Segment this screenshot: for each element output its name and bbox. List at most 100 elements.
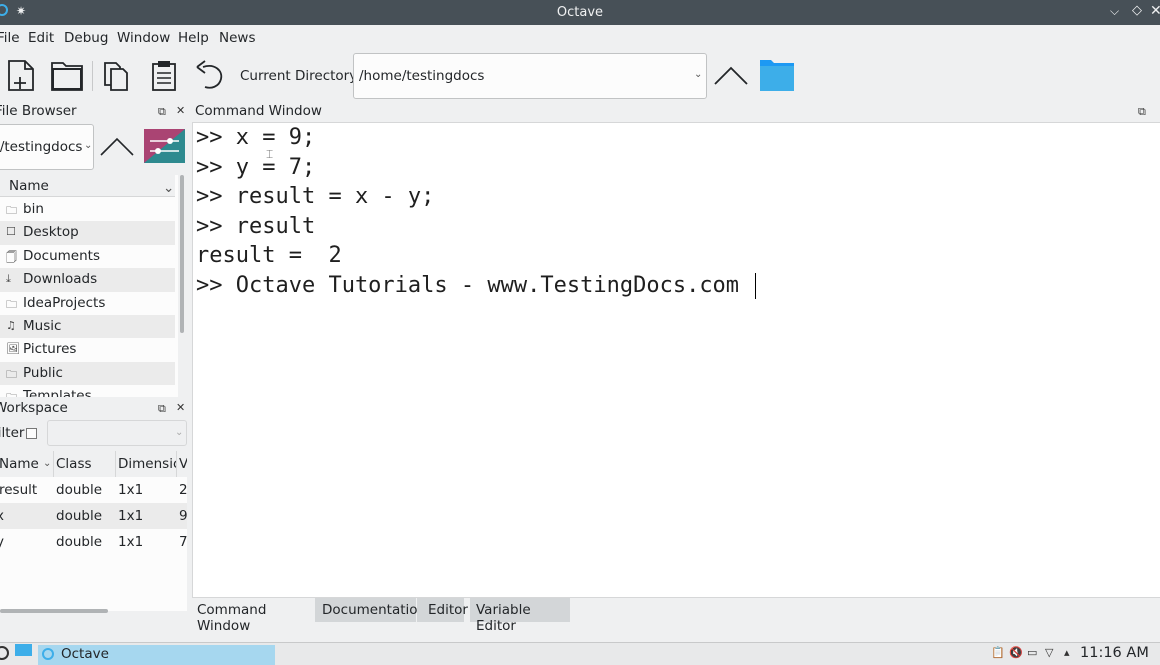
application-launcher-icon[interactable] (0, 646, 9, 660)
octave-app-icon (42, 648, 54, 660)
file-list: Name ⌄ 🗀 bin ☐ Desktop 🗍 Documents ⤓ Downloa… (0, 175, 178, 397)
menu-file[interactable]: File (0, 30, 20, 46)
bottom-tab-bar: Command Window Documentation Editor Vari… (192, 598, 1160, 634)
filter-label: Filter (0, 425, 25, 441)
menubar: File Edit Debug Window Help News (0, 25, 1160, 51)
file-browser-path: /home/testingdocs (0, 139, 83, 155)
menu-help[interactable]: Help (178, 30, 209, 46)
close-icon[interactable]: ✕ (176, 104, 185, 117)
mouse-ibeam-cursor-icon: ⌶ (266, 147, 274, 161)
chevron-down-icon: ⌄ (84, 140, 93, 151)
tab-editor[interactable]: Editor (417, 598, 468, 622)
wifi-icon[interactable]: ▽ (1045, 646, 1053, 659)
menu-debug[interactable]: Debug (64, 30, 108, 46)
table-row[interactable]: y double 1x1 7 (0, 529, 188, 555)
current-directory-label: Current Directory: (240, 68, 361, 84)
tab-documentation[interactable]: Documentation (315, 598, 426, 622)
current-directory-value: /home/testingdocs (359, 68, 485, 84)
open-folder-icon[interactable] (49, 57, 85, 93)
column-header-dimension[interactable]: Dimensic (116, 451, 177, 477)
window-title: Octave (556, 5, 604, 20)
folder-icon: 🗀 (6, 297, 17, 311)
close-icon[interactable]: ✕ (176, 401, 185, 414)
console-input-line[interactable]: >> Octave Tutorials - www.TestingDocs.co… (196, 273, 739, 298)
chevron-down-icon: ⌄ (163, 180, 175, 196)
undock-icon[interactable]: ⧉ (1138, 105, 1146, 119)
console-line: >> result = x - y; (196, 184, 435, 209)
console-output: result = 2 (196, 243, 342, 268)
undock-icon[interactable]: ⧉ (158, 105, 166, 119)
file-browser-settings-icon[interactable] (144, 129, 185, 163)
parent-directory-icon[interactable] (99, 131, 135, 161)
console-line: >> result (196, 214, 316, 239)
table-row[interactable]: x double 1x1 9 (0, 503, 188, 529)
workspace-table: Name ⌄ Class Dimensic V result double 1x… (0, 451, 188, 611)
parent-directory-icon[interactable] (713, 57, 749, 93)
tab-variable-editor[interactable]: Variable Editor (470, 598, 570, 634)
menu-window[interactable]: Window (117, 30, 170, 46)
console-line: >> x = 9; (196, 125, 316, 150)
taskbar-task-label: Octave (61, 646, 109, 662)
tab-command-window[interactable]: Command Window (192, 598, 315, 634)
documents-folder-icon: 🗍 (6, 250, 17, 264)
browse-folder-icon[interactable] (759, 57, 795, 93)
new-script-icon[interactable] (3, 57, 39, 93)
command-console[interactable]: >> x = 9; >> y = 7; >> result = x - y; >… (192, 122, 1160, 598)
filter-combo[interactable]: ⌄ (47, 420, 187, 446)
chevron-down-icon: ⌄ (694, 69, 703, 80)
file-list-scrollbar[interactable] (180, 175, 184, 333)
taskbar: Octave 📋 🔇 ▭ ▽ ▴ 11:16 AM (0, 642, 1160, 665)
workspace-panel: Workspace ⧉ ✕ Filter ⌄ Name ⌄ Class Dime… (0, 398, 190, 618)
clock[interactable]: 11:16 AM (1080, 645, 1149, 661)
file-list-item[interactable]: 🗀 bin (0, 198, 175, 221)
file-list-item[interactable]: 🖼 Pictures (0, 338, 175, 361)
volume-muted-icon[interactable]: 🔇 (1009, 646, 1023, 659)
file-list-item[interactable]: 🗀 Public (0, 361, 175, 386)
window-titlebar: ✷ Octave ⌵ ◇ ✕ (0, 0, 1160, 25)
battery-icon[interactable]: ▭ (1027, 646, 1037, 659)
file-browser-panel: File Browser ⧉ ✕ /home/testingdocs ⌄ Nam… (0, 101, 190, 397)
undock-icon[interactable]: ⧉ (158, 402, 166, 416)
virtual-desktop-pager-icon[interactable] (15, 644, 32, 656)
workspace-horizontal-scrollbar[interactable] (0, 609, 108, 613)
desktop-folder-icon: ☐ (6, 225, 16, 239)
column-header-value[interactable]: V (177, 451, 187, 477)
table-row[interactable]: result double 1x1 2 (0, 477, 188, 503)
folder-icon: 🗀 (6, 367, 17, 381)
file-browser-path-combo[interactable]: /home/testingdocs ⌄ (0, 124, 94, 170)
menu-edit[interactable]: Edit (28, 30, 54, 46)
file-list-item[interactable]: 🗀 IdeaProjects (0, 292, 175, 315)
file-list-item[interactable]: ☐ Desktop (0, 221, 175, 245)
chevron-down-icon: ⌄ (43, 458, 52, 469)
minimize-icon[interactable]: ⌵ (1110, 4, 1119, 19)
workspace-title: Workspace (0, 400, 68, 416)
file-list-item[interactable]: ♫ Music (0, 315, 175, 339)
clipboard-icon[interactable]: 📋 (991, 646, 1005, 659)
column-header-class[interactable]: Class (54, 451, 116, 477)
downloads-folder-icon: ⤓ (6, 272, 11, 286)
file-list-item[interactable]: 🗀Templates (0, 385, 175, 397)
file-browser-title: File Browser (0, 103, 77, 119)
name-column-header[interactable]: Name ⌄ (0, 175, 175, 197)
folder-icon: 🗀 (6, 389, 17, 397)
maximize-icon[interactable]: ◇ (1132, 3, 1142, 18)
command-window-title: Command Window (195, 103, 322, 119)
show-hidden-icons-chevron-icon[interactable]: ▴ (1064, 646, 1070, 659)
file-list-item[interactable]: 🗍 Documents (0, 245, 175, 268)
current-directory-combo[interactable]: /home/testingdocs ⌄ (353, 53, 707, 99)
copy-icon[interactable] (99, 57, 135, 93)
paste-icon[interactable] (146, 57, 182, 93)
console-line: >> y = 7; (196, 155, 316, 180)
menu-news[interactable]: News (219, 30, 255, 46)
filter-checkbox[interactable] (26, 428, 37, 439)
file-list-item[interactable]: ⤓ Downloads (0, 268, 175, 292)
command-window-panel: Command Window ⧉ >> x = 9; >> y = 7; >> … (192, 101, 1160, 621)
chevron-down-icon: ⌄ (175, 427, 184, 438)
undo-icon[interactable] (193, 57, 229, 93)
name-column-label: Name (9, 178, 49, 194)
taskbar-octave-task[interactable]: Octave (38, 645, 275, 665)
close-icon[interactable]: ✕ (1150, 3, 1160, 19)
text-cursor (755, 273, 756, 299)
music-folder-icon: ♫ (6, 319, 16, 332)
column-header-name[interactable]: Name ⌄ (0, 451, 54, 477)
